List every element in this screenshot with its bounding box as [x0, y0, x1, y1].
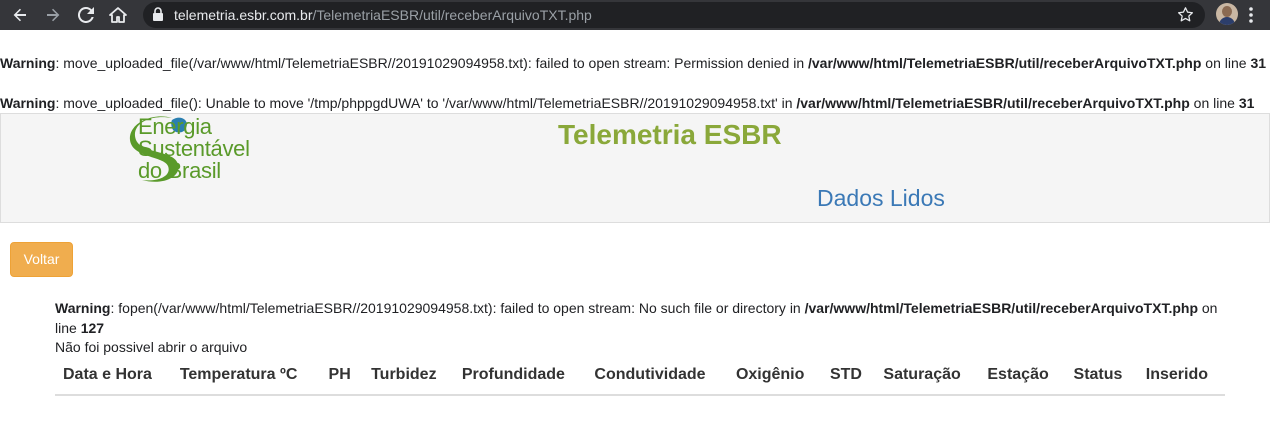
column-header: Saturação [875, 360, 980, 396]
column-header: STD [821, 360, 876, 396]
avatar-body [1219, 17, 1235, 25]
warning-file: /var/www/html/TelemetriaESBR/util/recebe… [796, 95, 1190, 111]
column-header: Data e Hora [55, 360, 172, 396]
column-header: Oxigênio [727, 360, 822, 396]
column-header: Status [1065, 360, 1138, 396]
forward-icon[interactable] [42, 4, 64, 26]
column-header: Estação [979, 360, 1066, 396]
warning-line: 127 [80, 320, 105, 336]
warning-label: Warning [0, 55, 56, 71]
warning-line: 31 [1238, 95, 1255, 111]
warning-message: : move_uploaded_file(/var/www/html/Telem… [55, 55, 808, 71]
column-header: Condutividade [586, 360, 728, 396]
warning-on-line: on line [1201, 55, 1251, 71]
back-icon[interactable] [9, 4, 31, 26]
data-table: Data e Hora Temperatura ºC PH Turbidez P… [55, 360, 1225, 396]
url-host: telemetria.esbr.com.br [174, 7, 313, 23]
lock-icon[interactable] [152, 7, 164, 25]
avatar-head [1222, 6, 1232, 17]
warning-message: : fopen(/var/www/html/TelemetriaESBR//20… [110, 300, 805, 316]
table-header-row: Data e Hora Temperatura ºC PH Turbidez P… [55, 360, 1225, 396]
warning-file: /var/www/html/TelemetriaESBR/util/recebe… [808, 55, 1202, 71]
browser-toolbar: telemetria.esbr.com.br/TelemetriaESBR/ut… [0, 0, 1270, 30]
warning-label: Warning [0, 95, 56, 111]
url-text[interactable]: telemetria.esbr.com.br/TelemetriaESBR/ut… [174, 6, 592, 24]
warning-message: : move_uploaded_file(): Unable to move '… [55, 95, 797, 111]
url-path: /TelemetriaESBR/util/receberArquivoTXT.p… [312, 7, 592, 23]
star-icon[interactable] [1177, 6, 1194, 26]
php-warning: Warning: move_uploaded_file(): Unable to… [0, 94, 1254, 112]
php-warning: Warning: move_uploaded_file(/var/www/htm… [0, 54, 1266, 72]
column-header: PH [320, 360, 364, 396]
warning-line: 31 [1250, 55, 1267, 71]
home-icon[interactable] [107, 4, 129, 26]
logo-wordmark: Energia Sustentável do Brasil [138, 116, 250, 182]
back-button[interactable]: Voltar [10, 242, 73, 277]
error-message: Não foi possivel abrir o arquivo [55, 339, 248, 355]
reload-icon[interactable] [75, 4, 97, 26]
column-header: Profundidade [453, 360, 587, 396]
warning-label: Warning [55, 300, 111, 316]
logo-line2: Sustentável [138, 136, 250, 161]
menu-icon[interactable] [1248, 6, 1254, 27]
warning-on-line: on line [1189, 95, 1239, 111]
site-title: Telemetria ESBR [558, 119, 782, 150]
warning-file: /var/www/html/TelemetriaESBR/util/recebe… [804, 300, 1198, 316]
profile-avatar[interactable] [1216, 3, 1238, 25]
column-header: Temperatura ºC [171, 360, 321, 396]
column-header: Turbidez [363, 360, 454, 396]
php-warning: Warning: fopen(/var/www/html/TelemetriaE… [55, 298, 1230, 338]
column-header: Inserido [1137, 360, 1225, 396]
logo-line1: Energia [138, 114, 212, 139]
logo-line3: do Brasil [138, 158, 221, 183]
page-subtitle: Dados Lidos [817, 185, 945, 211]
